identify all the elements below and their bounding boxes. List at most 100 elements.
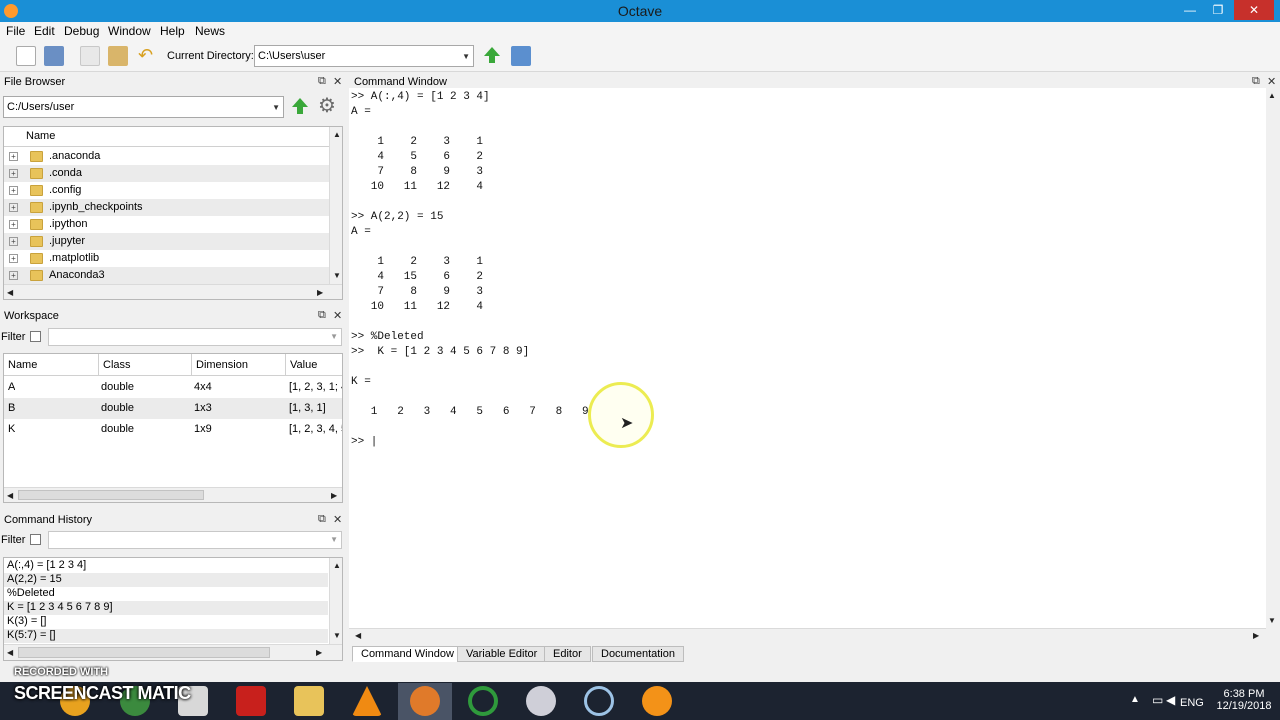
expand-icon[interactable]: + (9, 254, 18, 263)
command-window-vscrollbar[interactable]: ▲ ▼ (1266, 88, 1278, 628)
scrollbar-thumb[interactable] (18, 647, 270, 658)
history-filter-input[interactable]: ▼ (48, 531, 342, 549)
pdf-reader-icon[interactable] (236, 686, 266, 716)
scroll-right-icon[interactable]: ▶ (1253, 631, 1259, 640)
file-browser-header[interactable]: Name (4, 127, 329, 147)
expand-icon[interactable]: + (9, 152, 18, 161)
scroll-left-icon[interactable]: ◀ (7, 491, 13, 500)
refresh-app-icon[interactable] (468, 686, 498, 716)
volume-icon[interactable]: ◀ (1166, 693, 1175, 707)
history-item[interactable]: A(:,4) = [1 2 3 4] (4, 559, 328, 573)
tab-command-window[interactable]: Command Window (352, 646, 463, 662)
history-item[interactable]: A(2,2) = 15 (4, 573, 328, 587)
file-browser-item[interactable]: + .config (4, 182, 329, 199)
menu-help[interactable]: Help (160, 24, 185, 38)
column-header-class[interactable]: Class (99, 354, 192, 376)
new-file-icon[interactable] (16, 46, 36, 66)
file-browser-item[interactable]: + Anaconda3 (4, 267, 329, 284)
menu-news[interactable]: News (195, 24, 225, 38)
chevron-down-icon[interactable]: ▼ (330, 535, 338, 544)
undock-icon[interactable]: ⧉ (1252, 75, 1260, 88)
file-browser-path-input[interactable]: C:/Users/user ▼ (3, 96, 284, 118)
close-icon[interactable]: ✕ (1267, 75, 1276, 88)
menu-file[interactable]: File (6, 24, 25, 38)
close-icon[interactable]: ✕ (333, 513, 342, 526)
gear-icon[interactable]: ⚙ (318, 96, 336, 116)
file-explorer-icon[interactable] (294, 686, 324, 716)
media-app-icon[interactable] (642, 686, 672, 716)
scroll-right-icon[interactable]: ▶ (331, 491, 337, 500)
column-header-name[interactable]: Name (4, 354, 99, 376)
console-prompt[interactable]: >> | (351, 436, 377, 448)
undock-icon[interactable]: ⧉ (318, 309, 326, 322)
undock-icon[interactable]: ⧉ (318, 75, 326, 88)
history-hscrollbar[interactable]: ◀ ▶ (4, 644, 342, 660)
file-browser-item[interactable]: + .anaconda (4, 148, 329, 165)
menu-edit[interactable]: Edit (34, 24, 55, 38)
maximize-button[interactable]: ❐ (1204, 0, 1232, 20)
menu-debug[interactable]: Debug (64, 24, 99, 38)
chevron-down-icon[interactable]: ▼ (330, 332, 338, 341)
file-browser-item[interactable]: + .matplotlib (4, 250, 329, 267)
scroll-up-icon[interactable]: ▲ (333, 130, 341, 139)
table-row[interactable]: B double 1x3 [1, 3, 1] (4, 398, 342, 419)
scroll-left-icon[interactable]: ◀ (7, 288, 13, 297)
scroll-up-icon[interactable]: ▲ (1268, 91, 1276, 100)
undock-icon[interactable]: ⧉ (318, 513, 326, 526)
recorder-icon[interactable] (584, 686, 614, 716)
tab-documentation[interactable]: Documentation (592, 646, 684, 662)
scroll-down-icon[interactable]: ▼ (1268, 616, 1276, 625)
history-item[interactable]: K(5:7) = [] (4, 629, 328, 643)
close-button[interactable]: ✕ (1234, 0, 1274, 20)
scroll-left-icon[interactable]: ◀ (355, 631, 361, 640)
history-item[interactable]: K(3) = [] (4, 615, 328, 629)
file-browser-item[interactable]: + .ipython (4, 216, 329, 233)
history-filter-checkbox[interactable] (30, 534, 41, 545)
parent-directory-icon[interactable] (483, 46, 501, 64)
close-icon[interactable]: ✕ (333, 309, 342, 322)
close-icon[interactable]: ✕ (333, 75, 342, 88)
tray-expand-icon[interactable]: ▲ (1130, 694, 1140, 705)
network-icon[interactable]: ▭ (1152, 693, 1163, 707)
file-browser-item[interactable]: + .ipynb_checkpoints (4, 199, 329, 216)
tab-editor[interactable]: Editor (544, 646, 591, 662)
tools-app-icon[interactable] (526, 686, 556, 716)
undo-icon[interactable]: ↶ (138, 46, 158, 66)
table-row[interactable]: A double 4x4 [1, 2, 3, 1; 4, (4, 377, 342, 398)
column-header-value[interactable]: Value (286, 354, 342, 376)
minimize-button[interactable]: — (1176, 0, 1204, 20)
workspace-hscrollbar[interactable]: ◀ ▶ (4, 487, 342, 502)
clock[interactable]: 6:38 PM 12/19/2018 (1214, 688, 1274, 712)
scroll-up-icon[interactable]: ▲ (333, 561, 341, 570)
copy-icon[interactable] (80, 46, 100, 66)
octave-taskbar-icon[interactable] (410, 686, 440, 716)
paste-icon[interactable] (108, 46, 128, 66)
open-folder-icon[interactable] (44, 46, 64, 66)
file-browser-vscrollbar[interactable]: ▲ ▼ (329, 127, 342, 284)
table-row[interactable]: K double 1x9 [1, 2, 3, 4, 5, (4, 419, 342, 440)
language-indicator[interactable]: ENG (1180, 697, 1204, 709)
command-window-output[interactable]: >> A(:,4) = [1 2 3 4] A = 1 2 3 1 4 5 6 … (349, 88, 1266, 628)
scroll-left-icon[interactable]: ◀ (7, 648, 13, 657)
scroll-right-icon[interactable]: ▶ (316, 648, 322, 657)
expand-icon[interactable]: + (9, 169, 18, 178)
history-item[interactable]: %Deleted (4, 587, 328, 601)
column-header-dimension[interactable]: Dimension (192, 354, 286, 376)
file-browser-item[interactable]: + .jupyter (4, 233, 329, 250)
expand-icon[interactable]: + (9, 186, 18, 195)
tab-variable-editor[interactable]: Variable Editor (457, 646, 547, 662)
expand-icon[interactable]: + (9, 220, 18, 229)
browse-folder-icon[interactable] (511, 46, 531, 66)
history-item[interactable]: K = [1 2 3 4 5 6 7 8 9] (4, 601, 328, 615)
expand-icon[interactable]: + (9, 237, 18, 246)
scroll-down-icon[interactable]: ▼ (333, 631, 341, 640)
current-directory-input[interactable]: C:\Users\user ▼ (254, 45, 474, 67)
scrollbar-thumb[interactable] (18, 490, 204, 500)
menu-window[interactable]: Window (108, 24, 151, 38)
chevron-down-icon[interactable]: ▼ (272, 103, 280, 112)
history-vscrollbar[interactable]: ▲ ▼ (329, 558, 342, 644)
expand-icon[interactable]: + (9, 271, 18, 280)
workspace-filter-checkbox[interactable] (30, 331, 41, 342)
parent-directory-icon[interactable] (291, 97, 309, 115)
file-browser-hscrollbar[interactable]: ◀ ▶ (4, 284, 342, 299)
